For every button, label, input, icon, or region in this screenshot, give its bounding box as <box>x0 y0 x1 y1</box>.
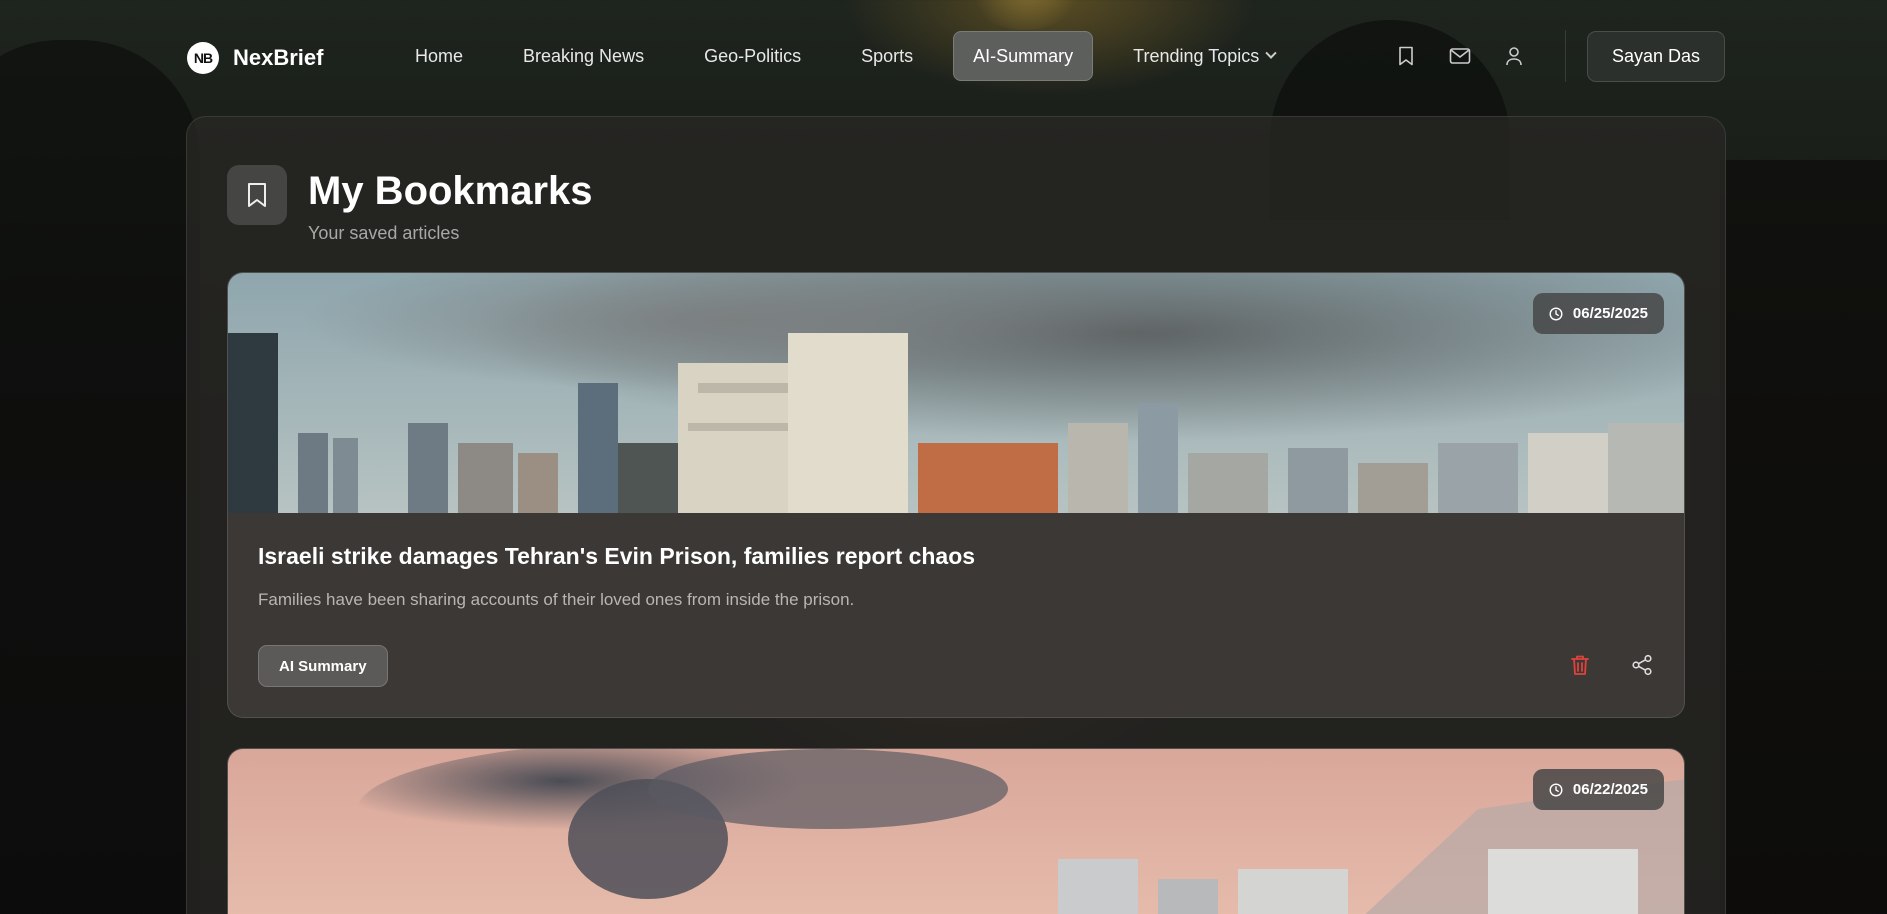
bookmark-icon[interactable] <box>1394 44 1418 68</box>
trash-icon[interactable] <box>1568 653 1592 677</box>
mail-icon[interactable] <box>1448 44 1472 68</box>
page-header: My Bookmarks Your saved articles <box>227 165 593 244</box>
bookmark-card[interactable]: 06/25/2025 Israeli strike damages Tehran… <box>227 272 1685 718</box>
share-icon[interactable] <box>1630 653 1654 677</box>
clock-icon <box>1549 306 1563 321</box>
background-silhouette <box>0 40 200 914</box>
page-subtitle: Your saved articles <box>308 223 460 243</box>
bookmarks-panel: My Bookmarks Your saved articles 06/25/2… <box>186 116 1726 914</box>
bookmark-icon <box>227 165 287 225</box>
user-profile-button[interactable]: Sayan Das <box>1587 31 1725 82</box>
nav-home[interactable]: Home <box>395 31 483 81</box>
page-heading: My Bookmarks Your saved articles <box>308 165 593 244</box>
chevron-down-icon <box>1265 47 1277 59</box>
nav-sports[interactable]: Sports <box>841 31 933 81</box>
article-image: 06/22/2025 <box>228 749 1684 914</box>
nav-ai-summary[interactable]: AI-Summary <box>953 31 1094 81</box>
date-text: 06/22/2025 <box>1572 781 1648 798</box>
nav-trending-topics[interactable]: Trending Topics <box>1113 31 1295 81</box>
brand-logo: NB <box>187 42 219 74</box>
user-icon[interactable] <box>1502 44 1526 68</box>
clock-icon <box>1549 782 1563 797</box>
top-navbar: NB NexBrief Home Breaking News Geo-Polit… <box>0 0 1887 113</box>
brand[interactable]: NB NexBrief <box>187 42 323 74</box>
card-actions <box>1568 653 1654 677</box>
date-text: 06/25/2025 <box>1572 305 1648 322</box>
nav-divider <box>1565 30 1566 82</box>
date-badge: 06/22/2025 <box>1532 769 1664 810</box>
date-badge: 06/25/2025 <box>1532 293 1664 334</box>
nav-trending-topics-label: Trending Topics <box>1133 45 1260 66</box>
nav-icon-group <box>1394 44 1526 68</box>
page-title: My Bookmarks <box>308 169 593 213</box>
nav-geo-politics[interactable]: Geo-Politics <box>684 31 821 81</box>
bookmark-card[interactable]: 06/22/2025 <box>227 748 1685 914</box>
nav-breaking-news[interactable]: Breaking News <box>503 31 664 81</box>
ai-summary-button[interactable]: AI Summary <box>258 645 388 687</box>
main-nav: Home Breaking News Geo-Politics Sports A… <box>395 31 1315 81</box>
brand-name: NexBrief <box>233 45 324 70</box>
article-title[interactable]: Israeli strike damages Tehran's Evin Pri… <box>258 543 1654 570</box>
background-silhouette <box>1720 160 1887 914</box>
article-description: Families have been sharing accounts of t… <box>258 590 855 609</box>
card-body: Israeli strike damages Tehran's Evin Pri… <box>228 513 1684 687</box>
article-image: 06/25/2025 <box>228 273 1684 513</box>
